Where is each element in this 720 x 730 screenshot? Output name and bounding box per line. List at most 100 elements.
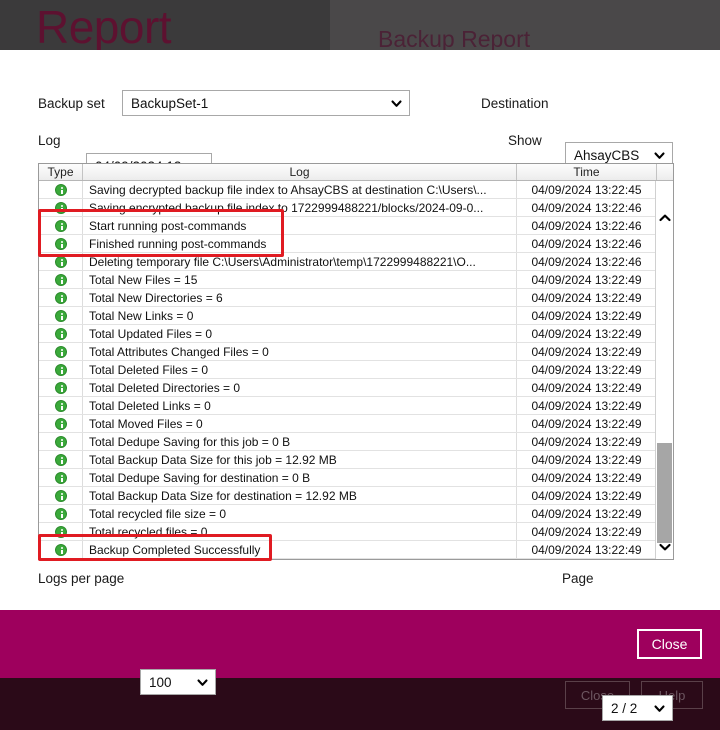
table-row[interactable]: Total Dedupe Saving for this job = 0 B04… bbox=[39, 433, 673, 451]
row-time-cell: 04/09/2024 13:22:49 bbox=[517, 289, 657, 306]
row-log-cell: Total Backup Data Size for destination =… bbox=[83, 487, 517, 504]
row-type-cell bbox=[39, 289, 83, 306]
table-row[interactable]: Total Updated Files = 004/09/2024 13:22:… bbox=[39, 325, 673, 343]
row-time-cell: 04/09/2024 13:22:46 bbox=[517, 235, 657, 252]
table-row[interactable]: Saving decrypted backup file index to Ah… bbox=[39, 181, 673, 199]
row-time-cell: 04/09/2024 13:22:49 bbox=[517, 451, 657, 468]
table-row[interactable]: Total recycled files = 004/09/2024 13:22… bbox=[39, 523, 673, 541]
row-time-cell: 04/09/2024 13:22:46 bbox=[517, 253, 657, 270]
info-icon bbox=[55, 274, 67, 286]
scrollbar-thumb[interactable] bbox=[657, 443, 672, 543]
row-log-cell: Total Backup Data Size for this job = 12… bbox=[83, 451, 517, 468]
table-row[interactable]: Total New Directories = 604/09/2024 13:2… bbox=[39, 289, 673, 307]
destination-label: Destination bbox=[481, 97, 549, 111]
column-header-time[interactable]: Time bbox=[517, 164, 657, 180]
row-log-cell: Deleting temporary file C:\Users\Adminis… bbox=[83, 253, 517, 270]
screen: Report Backup Report Close Help Backup s… bbox=[0, 0, 720, 730]
column-header-log[interactable]: Log bbox=[83, 164, 517, 180]
logs-per-page-value: 100 bbox=[149, 675, 190, 690]
row-log-cell: Saving encrypted backup file index to 17… bbox=[83, 199, 517, 216]
row-time-cell: 04/09/2024 13:22:49 bbox=[517, 361, 657, 378]
row-log-cell: Total Dedupe Saving for this job = 0 B bbox=[83, 433, 517, 450]
log-label: Log bbox=[38, 134, 61, 148]
page-select[interactable]: 2 / 2 bbox=[602, 695, 673, 721]
table-row[interactable]: Deleting temporary file C:\Users\Adminis… bbox=[39, 253, 673, 271]
row-type-cell bbox=[39, 523, 83, 540]
row-log-cell: Total Deleted Links = 0 bbox=[83, 397, 517, 414]
row-type-cell bbox=[39, 487, 83, 504]
table-row[interactable]: Total Backup Data Size for this job = 12… bbox=[39, 451, 673, 469]
table-row[interactable]: Total Dedupe Saving for destination = 0 … bbox=[39, 469, 673, 487]
row-log-cell: Total recycled files = 0 bbox=[83, 523, 517, 540]
table-row[interactable]: Total Deleted Files = 004/09/2024 13:22:… bbox=[39, 361, 673, 379]
row-type-cell bbox=[39, 433, 83, 450]
show-label: Show bbox=[508, 134, 542, 148]
info-icon bbox=[55, 454, 67, 466]
info-icon bbox=[55, 490, 67, 502]
info-icon bbox=[55, 436, 67, 448]
backup-set-value: BackupSet-1 bbox=[131, 96, 384, 111]
backup-set-select[interactable]: BackupSet-1 bbox=[122, 90, 410, 116]
row-time-cell: 04/09/2024 13:22:49 bbox=[517, 433, 657, 450]
row-log-cell: Total Deleted Files = 0 bbox=[83, 361, 517, 378]
table-row[interactable]: Total Attributes Changed Files = 004/09/… bbox=[39, 343, 673, 361]
row-type-cell bbox=[39, 361, 83, 378]
info-icon bbox=[55, 472, 67, 484]
row-log-cell: Saving decrypted backup file index to Ah… bbox=[83, 181, 517, 198]
row-log-cell: Total Deleted Directories = 0 bbox=[83, 379, 517, 396]
column-header-type[interactable]: Type bbox=[39, 164, 83, 180]
table-row[interactable]: Start running post-commands04/09/2024 13… bbox=[39, 217, 673, 235]
row-log-cell: Total New Files = 15 bbox=[83, 271, 517, 288]
info-icon bbox=[55, 418, 67, 430]
scroll-down-icon[interactable] bbox=[656, 538, 673, 556]
row-type-cell bbox=[39, 343, 83, 360]
row-time-cell: 04/09/2024 13:22:49 bbox=[517, 487, 657, 504]
table-row[interactable]: Total New Links = 004/09/2024 13:22:49 bbox=[39, 307, 673, 325]
table-row[interactable]: Finished running post-commands04/09/2024… bbox=[39, 235, 673, 253]
row-time-cell: 04/09/2024 13:22:46 bbox=[517, 199, 657, 216]
row-time-cell: 04/09/2024 13:22:49 bbox=[517, 379, 657, 396]
log-table-scrollbar[interactable] bbox=[655, 181, 673, 559]
info-icon bbox=[55, 292, 67, 304]
row-log-cell: Finished running post-commands bbox=[83, 235, 517, 252]
table-row[interactable]: Total Deleted Directories = 004/09/2024 … bbox=[39, 379, 673, 397]
row-type-cell bbox=[39, 505, 83, 522]
column-header-spacer bbox=[657, 164, 673, 180]
backup-set-label: Backup set bbox=[38, 97, 105, 111]
row-type-cell bbox=[39, 199, 83, 216]
info-icon bbox=[55, 184, 67, 196]
chevron-down-icon bbox=[390, 97, 403, 110]
log-table-body: Saving decrypted backup file index to Ah… bbox=[39, 181, 673, 559]
row-log-cell: Total Moved Files = 0 bbox=[83, 415, 517, 432]
app-subtitle: Backup Report bbox=[378, 28, 530, 51]
info-icon bbox=[55, 544, 67, 556]
chevron-down-icon bbox=[653, 702, 666, 715]
info-icon bbox=[55, 382, 67, 394]
table-row[interactable]: Backup Completed Successfully04/09/2024 … bbox=[39, 541, 673, 559]
logs-per-page-label: Logs per page bbox=[38, 572, 124, 586]
row-log-cell: Start running post-commands bbox=[83, 217, 517, 234]
info-icon bbox=[55, 346, 67, 358]
dialog-close-button[interactable]: Close bbox=[637, 629, 702, 659]
table-row[interactable]: Saving encrypted backup file index to 17… bbox=[39, 199, 673, 217]
row-time-cell: 04/09/2024 13:22:49 bbox=[517, 397, 657, 414]
info-icon bbox=[55, 328, 67, 340]
page-value: 2 / 2 bbox=[611, 701, 647, 716]
table-row[interactable]: Total Deleted Links = 004/09/2024 13:22:… bbox=[39, 397, 673, 415]
table-row[interactable]: Total recycled file size = 004/09/2024 1… bbox=[39, 505, 673, 523]
app-title: Report bbox=[36, 4, 171, 50]
scroll-up-icon[interactable] bbox=[656, 209, 673, 227]
table-row[interactable]: Total New Files = 1504/09/2024 13:22:49 bbox=[39, 271, 673, 289]
table-row[interactable]: Total Backup Data Size for destination =… bbox=[39, 487, 673, 505]
table-row[interactable]: Total Moved Files = 004/09/2024 13:22:49 bbox=[39, 415, 673, 433]
row-log-cell: Total recycled file size = 0 bbox=[83, 505, 517, 522]
row-type-cell bbox=[39, 469, 83, 486]
row-log-cell: Total Attributes Changed Files = 0 bbox=[83, 343, 517, 360]
row-time-cell: 04/09/2024 13:22:49 bbox=[517, 415, 657, 432]
info-icon bbox=[55, 364, 67, 376]
info-icon bbox=[55, 400, 67, 412]
row-log-cell: Total New Links = 0 bbox=[83, 307, 517, 324]
logs-per-page-select[interactable]: 100 bbox=[140, 669, 216, 695]
row-type-cell bbox=[39, 271, 83, 288]
log-table-header: Type Log Time bbox=[39, 164, 673, 181]
